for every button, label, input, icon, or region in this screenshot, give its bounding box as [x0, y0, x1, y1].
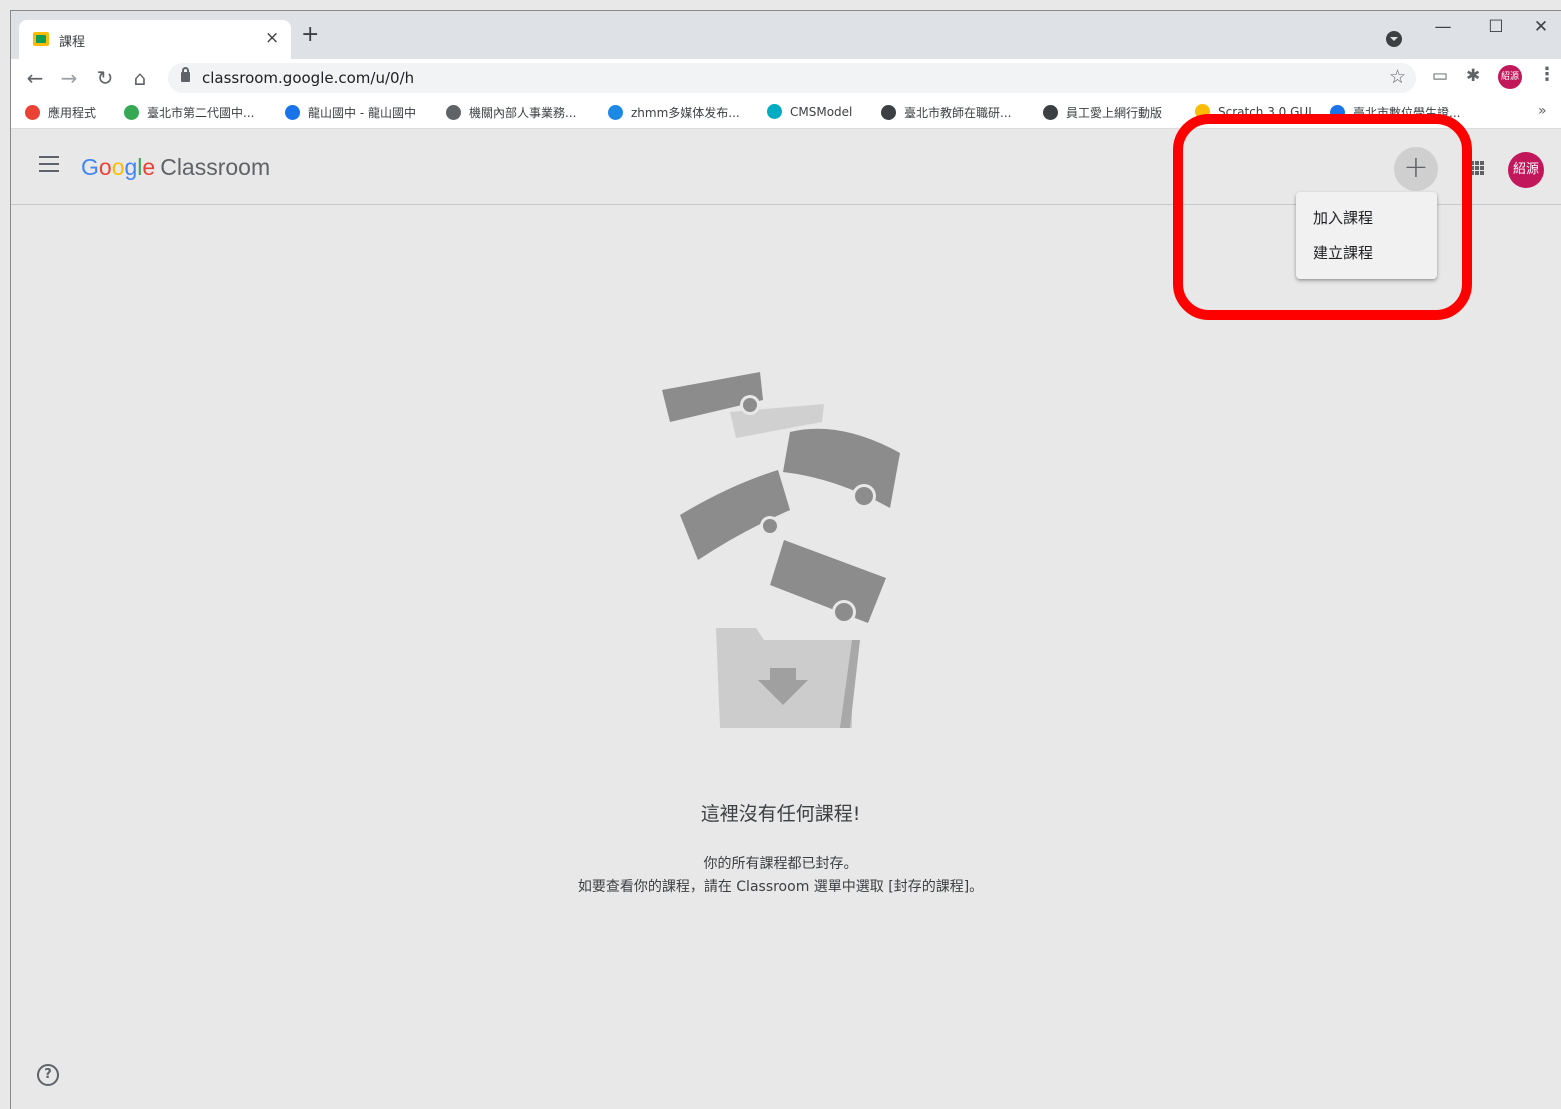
maximize-button[interactable]: ☐ [1476, 17, 1516, 37]
bookmark-item[interactable]: 臺北市第二代國中... [124, 104, 254, 121]
bookmark-favicon-icon [25, 105, 40, 120]
google-classroom-logo[interactable]: Google Classroom [81, 154, 270, 181]
google-apps-icon[interactable] [1470, 161, 1484, 175]
bookmark-item[interactable]: CMSModel [767, 104, 852, 119]
bookmark-item[interactable]: 機關內部人事業務... [446, 104, 576, 121]
bookmark-label: 機關內部人事業務... [469, 106, 577, 120]
minimize-button[interactable]: — [1423, 17, 1463, 37]
forward-arrow-icon[interactable]: → [55, 64, 83, 92]
lock-icon[interactable] [181, 67, 190, 82]
bookmark-label: 員工愛上網行動版 [1066, 106, 1163, 120]
bookmark-label: 臺北市教師在職研... [904, 106, 1012, 120]
bookmark-star-icon[interactable]: ☆ [1389, 66, 1406, 88]
bookmark-favicon-icon [285, 105, 300, 120]
reload-icon[interactable]: ↻ [91, 64, 119, 92]
tab-search-icon[interactable] [1386, 31, 1402, 47]
empty-state-message: 你的所有課程都已封存。 [703, 856, 858, 872]
cast-icon[interactable]: ▭ [1432, 66, 1448, 86]
bookmark-label: 臺北市第二代國中... [147, 106, 255, 120]
empty-state-title: 這裡沒有任何課程! [700, 803, 861, 825]
back-arrow-icon[interactable]: ← [21, 64, 49, 92]
bookmark-favicon-icon [767, 104, 782, 119]
bookmarks-overflow-icon[interactable]: » [1538, 103, 1547, 119]
help-icon[interactable]: ? [37, 1064, 59, 1086]
empty-state-hint: 如要查看你的課程，請在 Classroom 選單中選取 [封存的課程]。 [577, 879, 984, 895]
browser-profile-avatar[interactable]: 紹源 [1498, 65, 1522, 89]
highlight-annotation [1173, 114, 1472, 320]
extensions-puzzle-icon[interactable]: ✱ [1466, 66, 1480, 86]
tab-title: 課程 [59, 35, 86, 50]
browser-menu-icon[interactable]: ⋮ [1538, 64, 1556, 85]
account-avatar[interactable]: 紹源 [1508, 152, 1544, 188]
main-menu-icon[interactable] [39, 156, 59, 172]
tab-close-icon[interactable]: × [265, 28, 279, 48]
tab-strip: 課程 × + — ☐ ✕ [11, 11, 1561, 59]
new-tab-button[interactable]: + [301, 24, 319, 46]
browser-tab[interactable]: 課程 × [19, 20, 291, 59]
bookmark-favicon-icon [1043, 105, 1058, 120]
bookmark-item[interactable]: zhmm多媒体发布... [608, 104, 740, 121]
bookmark-item[interactable]: 龍山國中 - 龍山國中 [285, 104, 416, 121]
url-text[interactable]: classroom.google.com/u/0/h [202, 69, 414, 87]
bookmark-item[interactable]: 應用程式 [25, 104, 96, 121]
bookmark-label: 應用程式 [48, 106, 97, 120]
bookmark-label: 龍山國中 - 龍山國中 [308, 106, 416, 120]
bookmark-favicon-icon [446, 105, 461, 120]
close-window-button[interactable]: ✕ [1521, 17, 1561, 37]
bookmark-item[interactable]: 員工愛上網行動版 [1043, 104, 1162, 121]
bookmark-label: CMSModel [790, 104, 853, 119]
empty-classes-illustration [662, 372, 900, 728]
home-icon[interactable]: ⌂ [126, 64, 154, 92]
bookmark-item[interactable]: 臺北市教師在職研... [881, 104, 1011, 121]
browser-toolbar: ← → ↻ ⌂ classroom.google.com/u/0/h ☆ ▭ ✱… [11, 59, 1561, 97]
bookmark-favicon-icon [124, 105, 139, 120]
bookmark-label: zhmm多媒体发布... [631, 106, 740, 120]
classroom-favicon-icon [33, 32, 49, 46]
address-bar[interactable]: classroom.google.com/u/0/h ☆ [168, 63, 1416, 93]
bookmark-favicon-icon [608, 105, 623, 120]
bookmark-favicon-icon [881, 105, 896, 120]
